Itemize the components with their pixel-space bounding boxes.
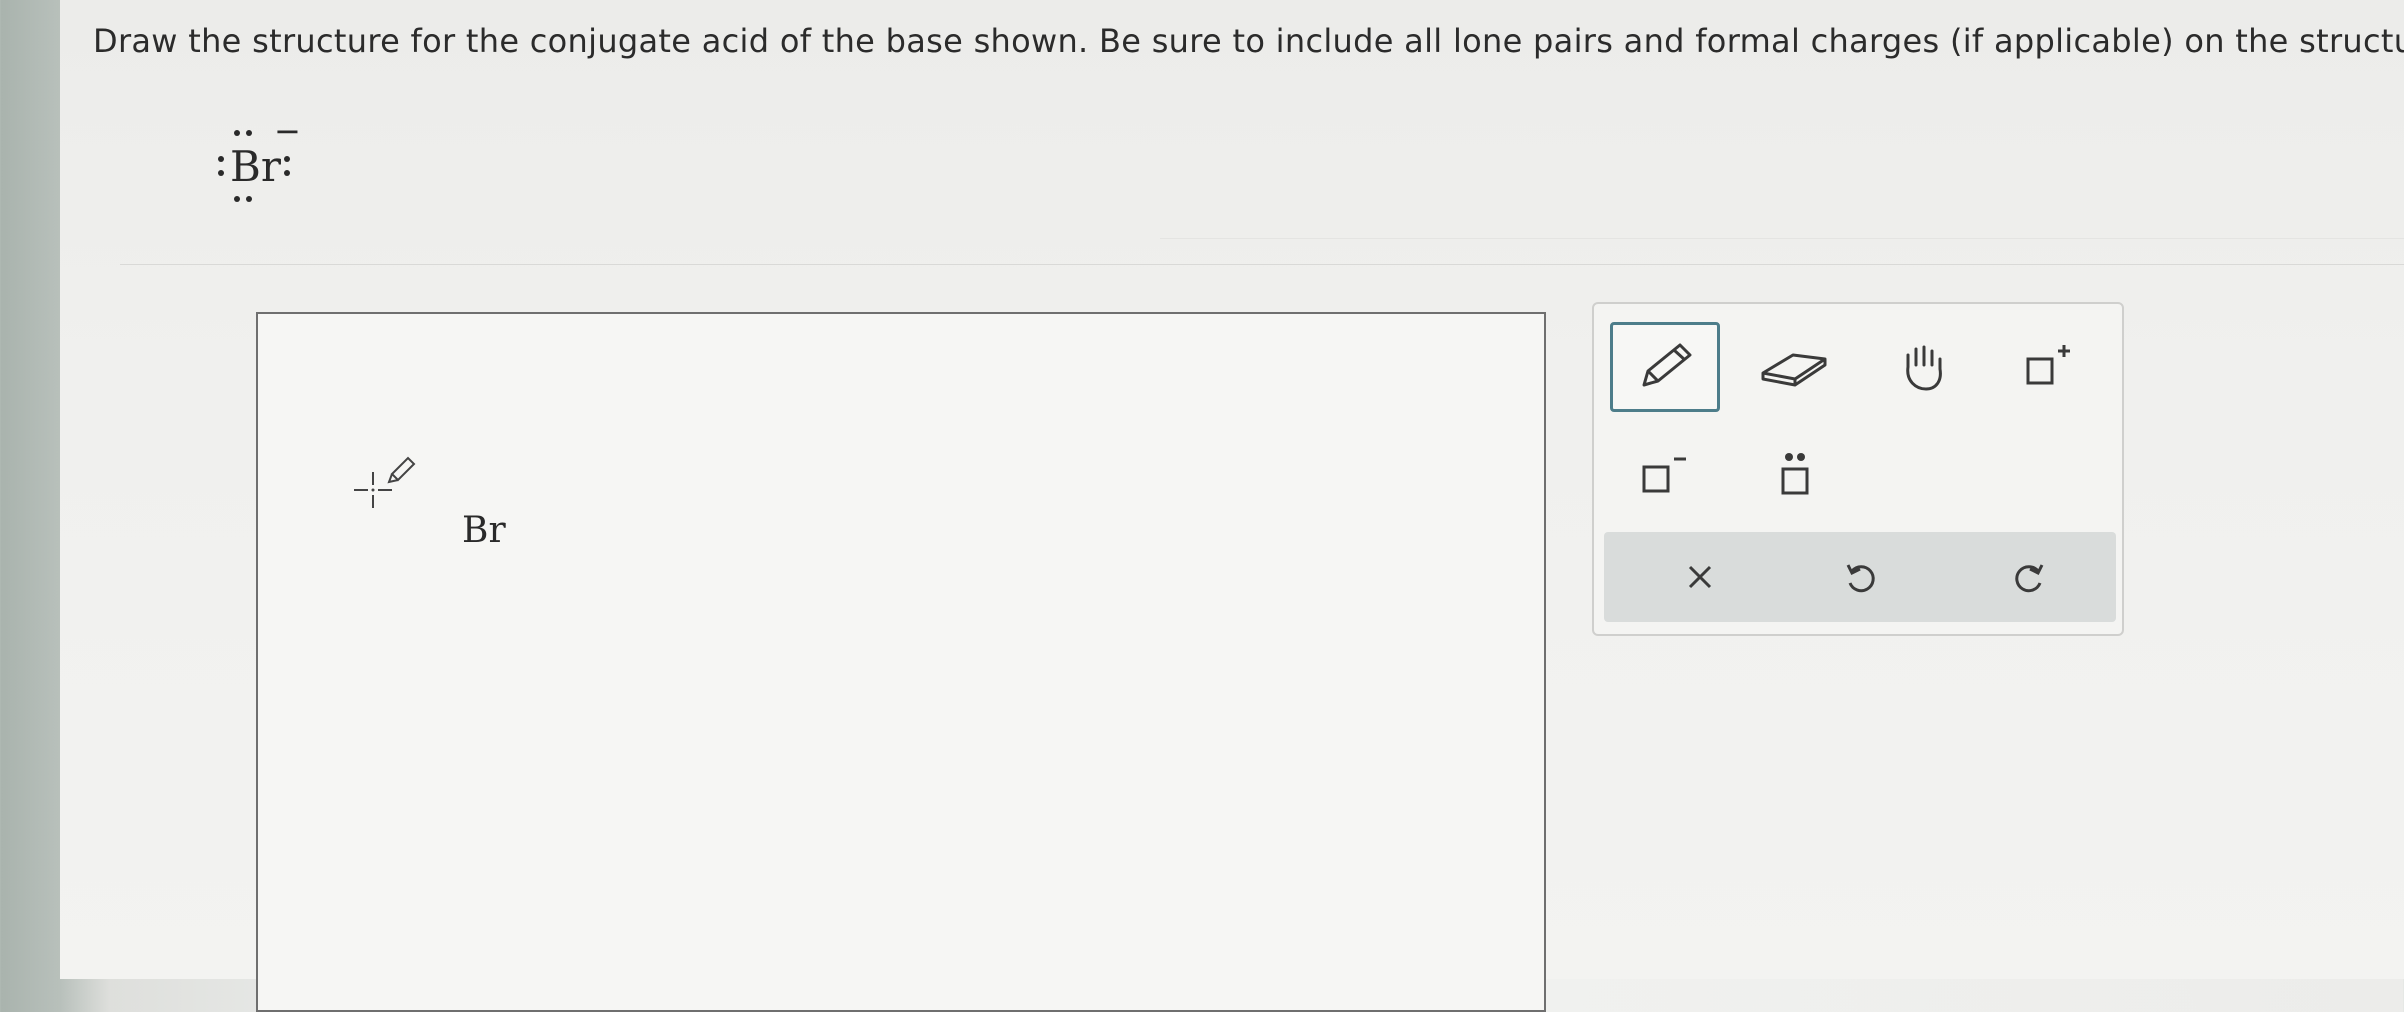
lone-pair-dot <box>218 156 224 162</box>
formal-charge: − <box>274 112 301 150</box>
hand-icon <box>1906 345 1942 391</box>
redo-icon <box>2015 564 2044 593</box>
divider <box>120 264 2404 265</box>
hand-tool[interactable] <box>1870 322 1980 412</box>
drawing-canvas[interactable] <box>256 312 1546 1012</box>
action-bar <box>1604 532 2116 622</box>
negative-charge-tool[interactable] <box>1610 430 1720 520</box>
drawing-toolbar <box>1592 302 2124 636</box>
lone-pair-dot <box>218 170 224 176</box>
canvas-atom-label[interactable]: Br <box>462 510 506 551</box>
lone-pair-dot <box>284 170 290 176</box>
eraser-icon <box>1761 353 1827 387</box>
divider <box>1160 238 2404 239</box>
lone-pair-dot <box>246 196 252 202</box>
negative-charge-icon <box>1642 457 1686 493</box>
eraser-tool[interactable] <box>1740 322 1850 412</box>
positive-charge-icon <box>2026 345 2070 385</box>
close-icon <box>1688 565 1712 589</box>
redo-button[interactable] <box>1990 547 2070 607</box>
lone-pair-tool[interactable] <box>1740 430 1850 520</box>
lone-pair-dot <box>284 156 290 162</box>
pencil-icon <box>1642 343 1692 387</box>
lone-pair-dot <box>246 130 252 136</box>
undo-icon <box>1846 564 1875 593</box>
positive-charge-tool[interactable] <box>1994 322 2104 412</box>
question-text: Draw the structure for the conjugate aci… <box>93 22 2404 60</box>
given-structure: Br − <box>208 112 318 222</box>
lone-pair-dot <box>234 130 240 136</box>
lone-pair-dot <box>234 196 240 202</box>
pencil-cursor-icon <box>346 442 426 522</box>
pencil-tool[interactable] <box>1610 322 1720 412</box>
lone-pair-icon <box>1781 453 1809 495</box>
undo-button[interactable] <box>1820 547 1900 607</box>
clear-button[interactable] <box>1660 547 1740 607</box>
